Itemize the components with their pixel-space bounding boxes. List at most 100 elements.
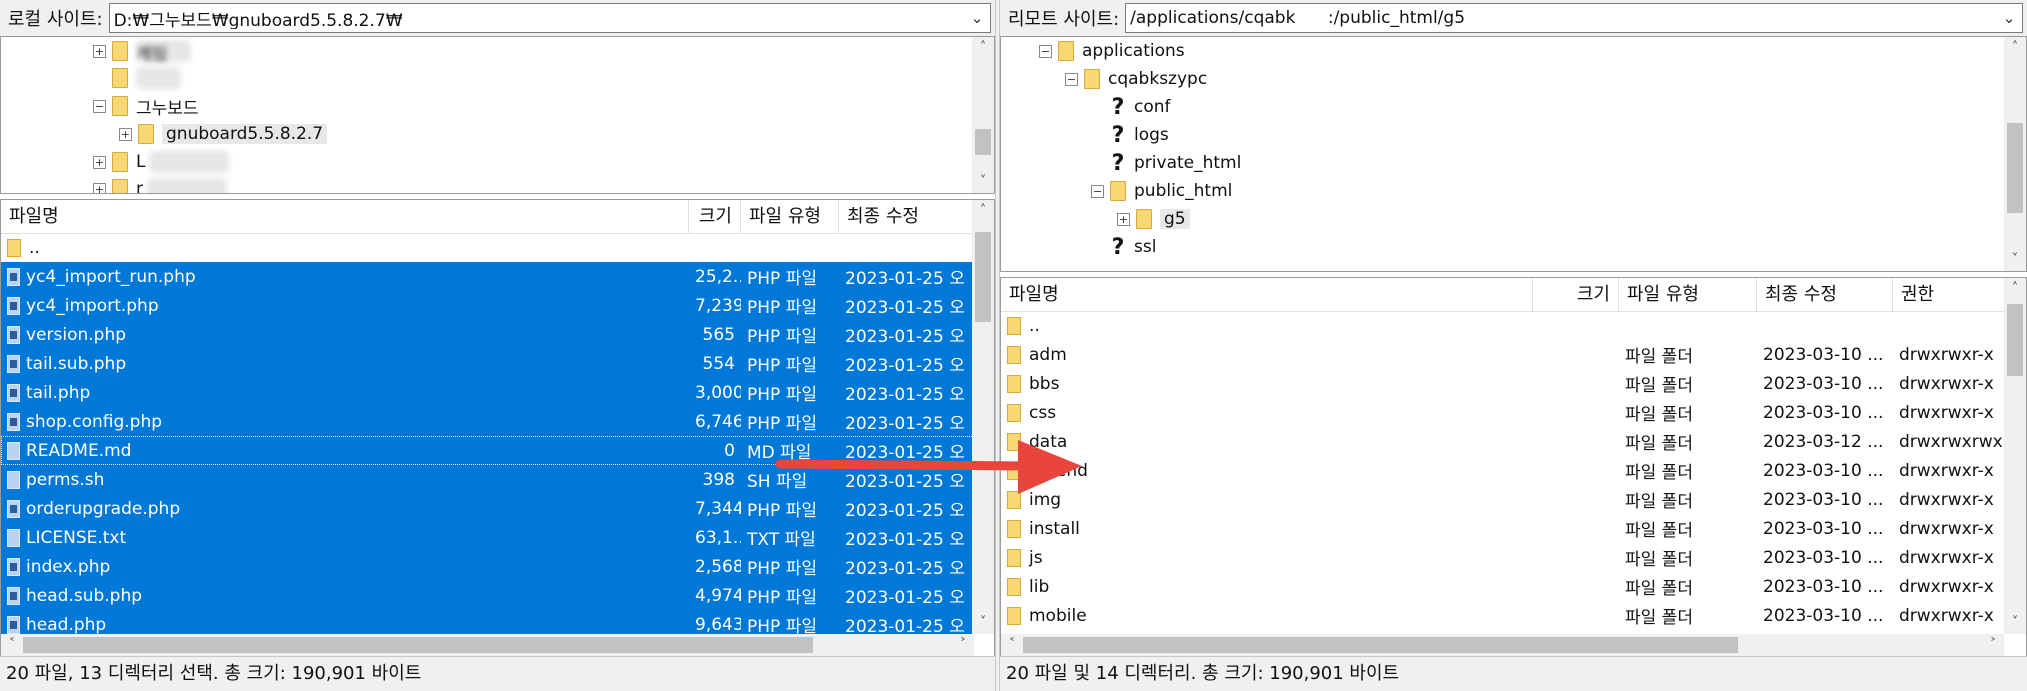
- file-row[interactable]: orderupgrade.php 7,344 PHP 파일 2023-01-25 오: [1, 494, 974, 523]
- tree-node-account[interactable]: − cqabkszypc: [1065, 65, 1207, 93]
- local-list-hscrollbar[interactable]: ˂ ˃: [1, 634, 974, 656]
- remote-list-scrollbar[interactable]: ˄ ˅: [2004, 278, 2026, 634]
- chevron-down-icon[interactable]: ⌄: [1996, 9, 2022, 27]
- local-list-scrollbar[interactable]: ˄ ˅: [972, 200, 994, 634]
- tree-node-conf[interactable]: ? conf: [1091, 93, 1171, 121]
- scroll-thumb[interactable]: [23, 637, 813, 653]
- tree-node[interactable]: + r: [93, 175, 227, 193]
- tree-node-ssl[interactable]: ? ssl: [1091, 233, 1157, 261]
- remote-path-input[interactable]: [1126, 7, 1996, 29]
- scroll-up-icon[interactable]: ˄: [972, 37, 994, 59]
- file-modified: 2023-01-25 오: [845, 356, 965, 376]
- remote-tree-scrollbar[interactable]: ˄ ˅: [2004, 37, 2026, 271]
- scroll-thumb[interactable]: [975, 232, 991, 322]
- folder-modified: 2023-03-10 ...: [1763, 576, 1884, 597]
- tree-node-gnuboard[interactable]: − 그누보드: [93, 92, 199, 120]
- scroll-thumb[interactable]: [1023, 637, 1738, 653]
- file-row[interactable]: version.php 565 PHP 파일 2023-01-25 오: [1, 320, 974, 349]
- expand-icon[interactable]: +: [93, 155, 106, 169]
- tree-node-public-html[interactable]: − public_html: [1091, 177, 1232, 205]
- file-type: PHP 파일: [747, 588, 817, 608]
- scroll-right-icon[interactable]: ˃: [952, 634, 974, 656]
- remote-list-header: 파일명 크기 파일 유형 최종 수정 권한: [1001, 278, 2004, 312]
- tree-node[interactable]: + L: [93, 148, 230, 176]
- expand-icon[interactable]: +: [1117, 212, 1130, 226]
- scroll-thumb[interactable]: [2007, 304, 2023, 376]
- folder-row[interactable]: bbs 파일 폴더 2023-03-10 ... drwxrwxr-x: [1001, 369, 2004, 398]
- folder-type: 파일 폴더: [1625, 463, 1693, 483]
- tree-node[interactable]: [93, 64, 181, 92]
- scroll-down-icon[interactable]: ˅: [972, 171, 994, 193]
- tree-node-g5[interactable]: + g5: [1117, 205, 1190, 233]
- tree-node-logs[interactable]: ? logs: [1091, 121, 1169, 149]
- folder-row[interactable]: lib 파일 폴더 2023-03-10 ... drwxrwxr-x: [1001, 572, 2004, 601]
- php-file-icon: [7, 499, 20, 518]
- scroll-left-icon[interactable]: ˂: [1001, 634, 1023, 656]
- local-file-list: 파일명 크기 파일 유형 최종 수정 .. yc4_import_run.php…: [0, 199, 995, 657]
- scroll-thumb[interactable]: [2007, 123, 2023, 213]
- tree-node-gnuboard-version[interactable]: + gnuboard5.5.8.2.7: [119, 120, 328, 148]
- chevron-down-icon[interactable]: ⌄: [964, 9, 990, 27]
- collapse-icon[interactable]: −: [93, 99, 106, 113]
- collapse-icon[interactable]: −: [1065, 72, 1078, 86]
- local-path-combobox[interactable]: ⌄: [108, 3, 991, 33]
- file-type: PHP 파일: [747, 356, 817, 376]
- file-row[interactable]: README.md 0 MD 파일 2023-01-25 오: [1, 436, 974, 465]
- local-tree-scrollbar[interactable]: ˄ ˅: [972, 37, 994, 193]
- folder-row[interactable]: js 파일 폴더 2023-03-10 ... drwxrwxr-x: [1001, 543, 2004, 572]
- folder-row[interactable]: install 파일 폴더 2023-03-10 ... drwxrwxr-x: [1001, 514, 2004, 543]
- php-file-icon: [7, 354, 20, 373]
- folder-row[interactable]: adm 파일 폴더 2023-03-10 ... drwxrwxr-x: [1001, 340, 2004, 369]
- expand-icon[interactable]: +: [93, 44, 106, 58]
- parent-directory-row[interactable]: ..: [1001, 311, 2004, 340]
- local-path-input[interactable]: [109, 7, 964, 29]
- column-header-modified[interactable]: 최종 수정: [839, 200, 974, 233]
- column-header-size[interactable]: 크기: [1533, 278, 1619, 311]
- file-icon: [7, 441, 20, 460]
- column-header-type[interactable]: 파일 유형: [741, 200, 839, 233]
- expand-icon[interactable]: +: [93, 182, 106, 193]
- collapse-icon[interactable]: −: [1091, 184, 1104, 198]
- collapse-icon[interactable]: −: [1039, 44, 1052, 58]
- tree-node[interactable]: + 게임: [93, 37, 191, 65]
- scroll-down-icon[interactable]: ˅: [972, 612, 994, 634]
- column-header-name[interactable]: 파일명: [1, 200, 689, 233]
- folder-row[interactable]: data 파일 폴더 2023-03-12 ... drwxrwxrwx: [1001, 427, 2004, 456]
- folder-row[interactable]: extend 파일 폴더 2023-03-10 ... drwxrwxr-x: [1001, 456, 2004, 485]
- column-header-size[interactable]: 크기: [689, 200, 741, 233]
- file-row[interactable]: tail.php 3,000 PHP 파일 2023-01-25 오: [1, 378, 974, 407]
- file-row[interactable]: head.sub.php 4,974 PHP 파일 2023-01-25 오: [1, 581, 974, 610]
- tree-node-private-html[interactable]: ? private_html: [1091, 149, 1242, 177]
- column-header-permissions[interactable]: 권한: [1893, 278, 2004, 311]
- folder-row[interactable]: img 파일 폴더 2023-03-10 ... drwxrwxr-x: [1001, 485, 2004, 514]
- scroll-up-icon[interactable]: ˄: [972, 200, 994, 222]
- scroll-up-icon[interactable]: ˄: [2004, 37, 2026, 59]
- file-row[interactable]: yc4_import_run.php 25,2... PHP 파일 2023-01-2…: [1, 262, 974, 291]
- remote-path-combobox[interactable]: ⌄: [1125, 3, 2023, 33]
- parent-directory-row[interactable]: ..: [1, 233, 974, 262]
- folder-row[interactable]: css 파일 폴더 2023-03-10 ... drwxrwxr-x: [1001, 398, 2004, 427]
- tree-node-applications[interactable]: − applications: [1039, 37, 1185, 65]
- scroll-down-icon[interactable]: ˅: [2004, 249, 2026, 271]
- scroll-down-icon[interactable]: ˅: [2004, 612, 2026, 634]
- file-row[interactable]: perms.sh 398 SH 파일 2023-01-25 오: [1, 465, 974, 494]
- file-row[interactable]: LICENSE.txt 63,1... TXT 파일 2023-01-25 오: [1, 523, 974, 552]
- file-type: PHP 파일: [747, 414, 817, 434]
- scroll-left-icon[interactable]: ˂: [1, 634, 23, 656]
- scroll-right-icon[interactable]: ˃: [1982, 634, 2004, 656]
- file-row[interactable]: tail.sub.php 554 PHP 파일 2023-01-25 오: [1, 349, 974, 378]
- folder-row[interactable]: mobile 파일 폴더 2023-03-10 ... drwxrwxr-x: [1001, 601, 2004, 630]
- file-modified: 2023-01-25 오: [845, 327, 965, 347]
- tree-node-label: L: [136, 152, 146, 172]
- scroll-thumb[interactable]: [975, 129, 991, 155]
- column-header-name[interactable]: 파일명: [1001, 278, 1533, 311]
- column-header-modified[interactable]: 최종 수정: [1757, 278, 1893, 311]
- column-header-type[interactable]: 파일 유형: [1619, 278, 1757, 311]
- remote-list-hscrollbar[interactable]: ˂ ˃: [1001, 634, 2004, 656]
- file-row[interactable]: yc4_import.php 7,239 PHP 파일 2023-01-25 오: [1, 291, 974, 320]
- file-modified: 2023-01-25 오: [845, 472, 965, 492]
- expand-icon[interactable]: +: [119, 127, 132, 141]
- file-row[interactable]: shop.config.php 6,746 PHP 파일 2023-01-25 오: [1, 407, 974, 436]
- scroll-up-icon[interactable]: ˄: [2004, 278, 2026, 300]
- file-row[interactable]: index.php 2,568 PHP 파일 2023-01-25 오: [1, 552, 974, 581]
